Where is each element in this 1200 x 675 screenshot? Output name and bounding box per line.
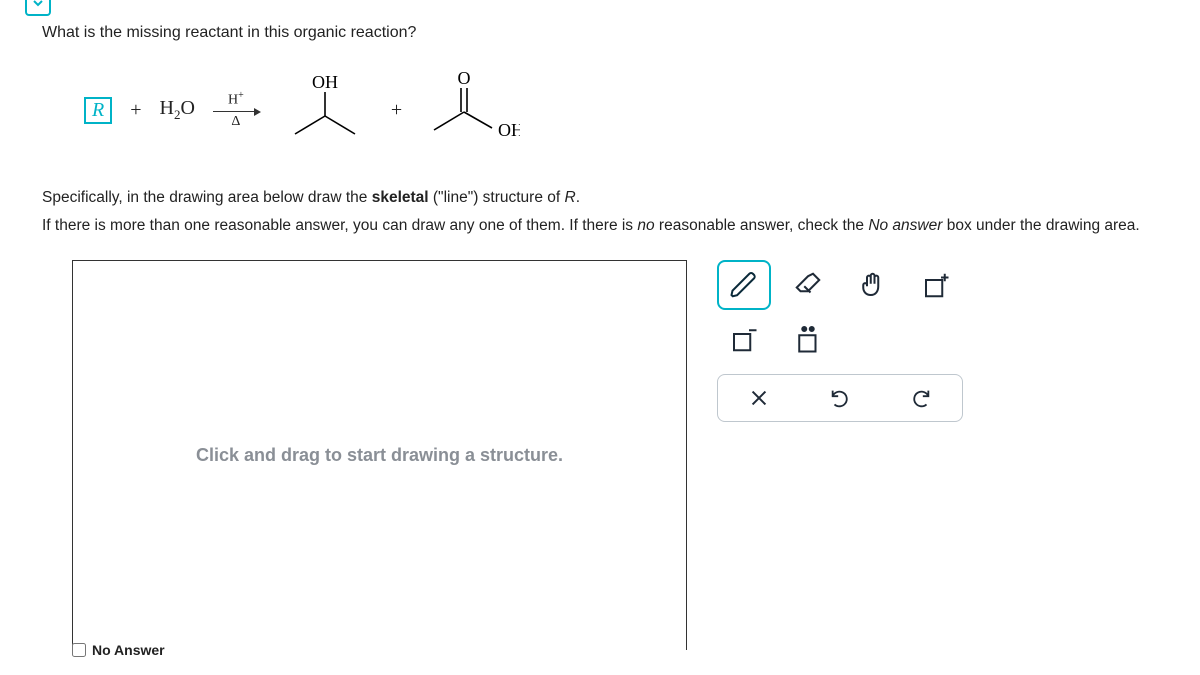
instr-text: If there is more than one reasonable ans… bbox=[42, 217, 637, 234]
charge-plus-tool[interactable] bbox=[909, 260, 963, 310]
pencil-icon bbox=[729, 270, 759, 300]
reaction-arrow: H+ Δ bbox=[213, 90, 259, 130]
instr-text: ("line") structure of bbox=[429, 189, 565, 206]
box-minus-icon bbox=[729, 324, 759, 354]
tool-palette bbox=[717, 260, 963, 418]
reaction-equation: R + H2O H+ Δ OH + O OH bbox=[84, 72, 1158, 148]
instr-text: reasonable answer, check the bbox=[655, 217, 869, 234]
oh-label: OH bbox=[312, 74, 338, 92]
arrow-condition-top: H+ bbox=[228, 90, 244, 109]
instr-text: box under the drawing area. bbox=[942, 217, 1139, 234]
no-answer-input[interactable] bbox=[72, 643, 86, 657]
eraser-icon bbox=[793, 270, 823, 300]
chevron-down-icon bbox=[30, 0, 46, 11]
undo-icon bbox=[829, 387, 851, 409]
instr-bold: skeletal bbox=[372, 189, 429, 206]
instr-text: Specifically, in the drawing area below … bbox=[42, 189, 372, 206]
reactant-placeholder: R bbox=[84, 97, 112, 124]
plus-sign: + bbox=[130, 99, 141, 122]
canvas-hint: Click and drag to start drawing a struct… bbox=[196, 443, 563, 468]
product-2-structure: O OH bbox=[420, 72, 520, 148]
product-1-structure: OH bbox=[277, 74, 373, 146]
o-label: O bbox=[458, 72, 471, 88]
instructions: Specifically, in the drawing area below … bbox=[42, 184, 1158, 240]
action-row bbox=[717, 374, 963, 422]
no-answer-checkbox[interactable]: No Answer bbox=[72, 642, 165, 658]
instr-ital: no bbox=[637, 217, 654, 234]
plus-sign: + bbox=[391, 99, 402, 122]
lone-pair-tool[interactable] bbox=[781, 314, 835, 364]
eraser-tool[interactable] bbox=[781, 260, 835, 310]
clear-button[interactable] bbox=[718, 387, 799, 409]
question-prompt: What is the missing reactant in this org… bbox=[42, 24, 1158, 42]
box-dots-icon bbox=[793, 324, 823, 354]
grab-tool[interactable] bbox=[845, 260, 899, 310]
arrow-condition-bottom: Δ bbox=[231, 114, 240, 130]
redo-icon bbox=[910, 387, 932, 409]
charge-minus-tool[interactable] bbox=[717, 314, 771, 364]
drawing-canvas[interactable]: Click and drag to start drawing a struct… bbox=[72, 260, 687, 650]
close-icon bbox=[748, 387, 770, 409]
instr-text: . bbox=[576, 189, 580, 206]
pencil-tool[interactable] bbox=[717, 260, 771, 310]
redo-button[interactable] bbox=[881, 387, 962, 409]
hand-icon bbox=[857, 270, 887, 300]
undo-button[interactable] bbox=[799, 387, 880, 409]
instr-ital: No answer bbox=[868, 217, 942, 234]
collapse-toggle[interactable] bbox=[25, 0, 51, 16]
water-formula: H2O bbox=[160, 97, 195, 123]
no-answer-label: No Answer bbox=[92, 642, 165, 658]
box-plus-icon bbox=[921, 270, 951, 300]
oh-label: OH bbox=[498, 120, 520, 140]
instr-var: R bbox=[565, 189, 576, 206]
